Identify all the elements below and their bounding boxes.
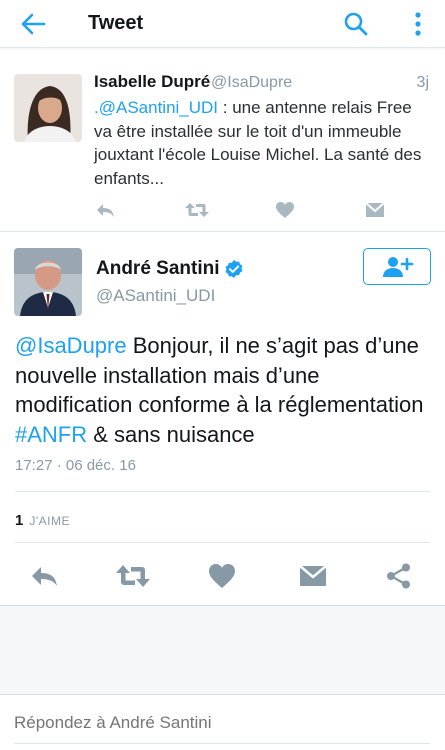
verified-badge-icon bbox=[224, 259, 244, 279]
reply-icon[interactable] bbox=[28, 562, 60, 590]
reply-bar bbox=[0, 694, 445, 750]
mention-link[interactable]: .@ASantini_UDI bbox=[94, 98, 218, 117]
tweet-text: .@ASantini_UDI : une antenne relais Free… bbox=[94, 96, 434, 190]
hashtag-link[interactable]: #ANFR bbox=[15, 422, 87, 447]
author-handle: @ASantini_UDI bbox=[96, 286, 216, 305]
mention-link[interactable]: @IsaDupre bbox=[15, 333, 127, 358]
reply-icon[interactable] bbox=[94, 200, 116, 220]
author-name[interactable]: André Santini bbox=[96, 258, 220, 280]
search-icon[interactable] bbox=[342, 10, 370, 38]
app-bar: Tweet bbox=[0, 0, 445, 48]
arrow-left-icon[interactable] bbox=[18, 10, 48, 38]
tweet-time: 3j bbox=[416, 74, 429, 91]
divider bbox=[15, 542, 430, 543]
heart-icon[interactable] bbox=[207, 562, 237, 590]
likes-number: 1 bbox=[15, 512, 24, 529]
retweet-icon[interactable] bbox=[114, 562, 152, 590]
heart-icon[interactable] bbox=[274, 200, 296, 220]
likes-count[interactable]: 1 J'AIME bbox=[15, 512, 70, 529]
share-icon[interactable] bbox=[385, 562, 413, 590]
avatar[interactable] bbox=[14, 74, 82, 142]
empty-area bbox=[0, 606, 445, 694]
add-user-icon bbox=[383, 257, 414, 277]
likes-label: J'AIME bbox=[29, 514, 70, 528]
dm-icon[interactable] bbox=[364, 200, 386, 220]
tweet-body: @IsaDupre Bonjour, il ne s’agit pas d’un… bbox=[15, 331, 435, 449]
tweet-text-end: & sans nuisance bbox=[87, 421, 255, 447]
more-vertical-icon[interactable] bbox=[408, 10, 428, 38]
reply-input[interactable] bbox=[14, 713, 429, 733]
reply-input-underline bbox=[14, 743, 430, 744]
dm-icon[interactable] bbox=[298, 562, 328, 590]
tweet-date: 17:27 · 06 déc. 16 bbox=[15, 457, 136, 474]
tweet-actions bbox=[0, 562, 445, 592]
author-handle: @IsaDupre bbox=[211, 74, 293, 91]
page-title: Tweet bbox=[88, 12, 144, 34]
avatar[interactable] bbox=[14, 248, 82, 316]
divider bbox=[15, 491, 430, 492]
author-name[interactable]: Isabelle Dupré bbox=[94, 72, 210, 92]
retweet-icon[interactable] bbox=[184, 200, 210, 220]
parent-tweet[interactable]: Isabelle Dupré @IsaDupre 3j .@ASantini_U… bbox=[0, 58, 445, 232]
follow-button[interactable] bbox=[363, 248, 431, 285]
tweet-actions bbox=[94, 200, 394, 222]
